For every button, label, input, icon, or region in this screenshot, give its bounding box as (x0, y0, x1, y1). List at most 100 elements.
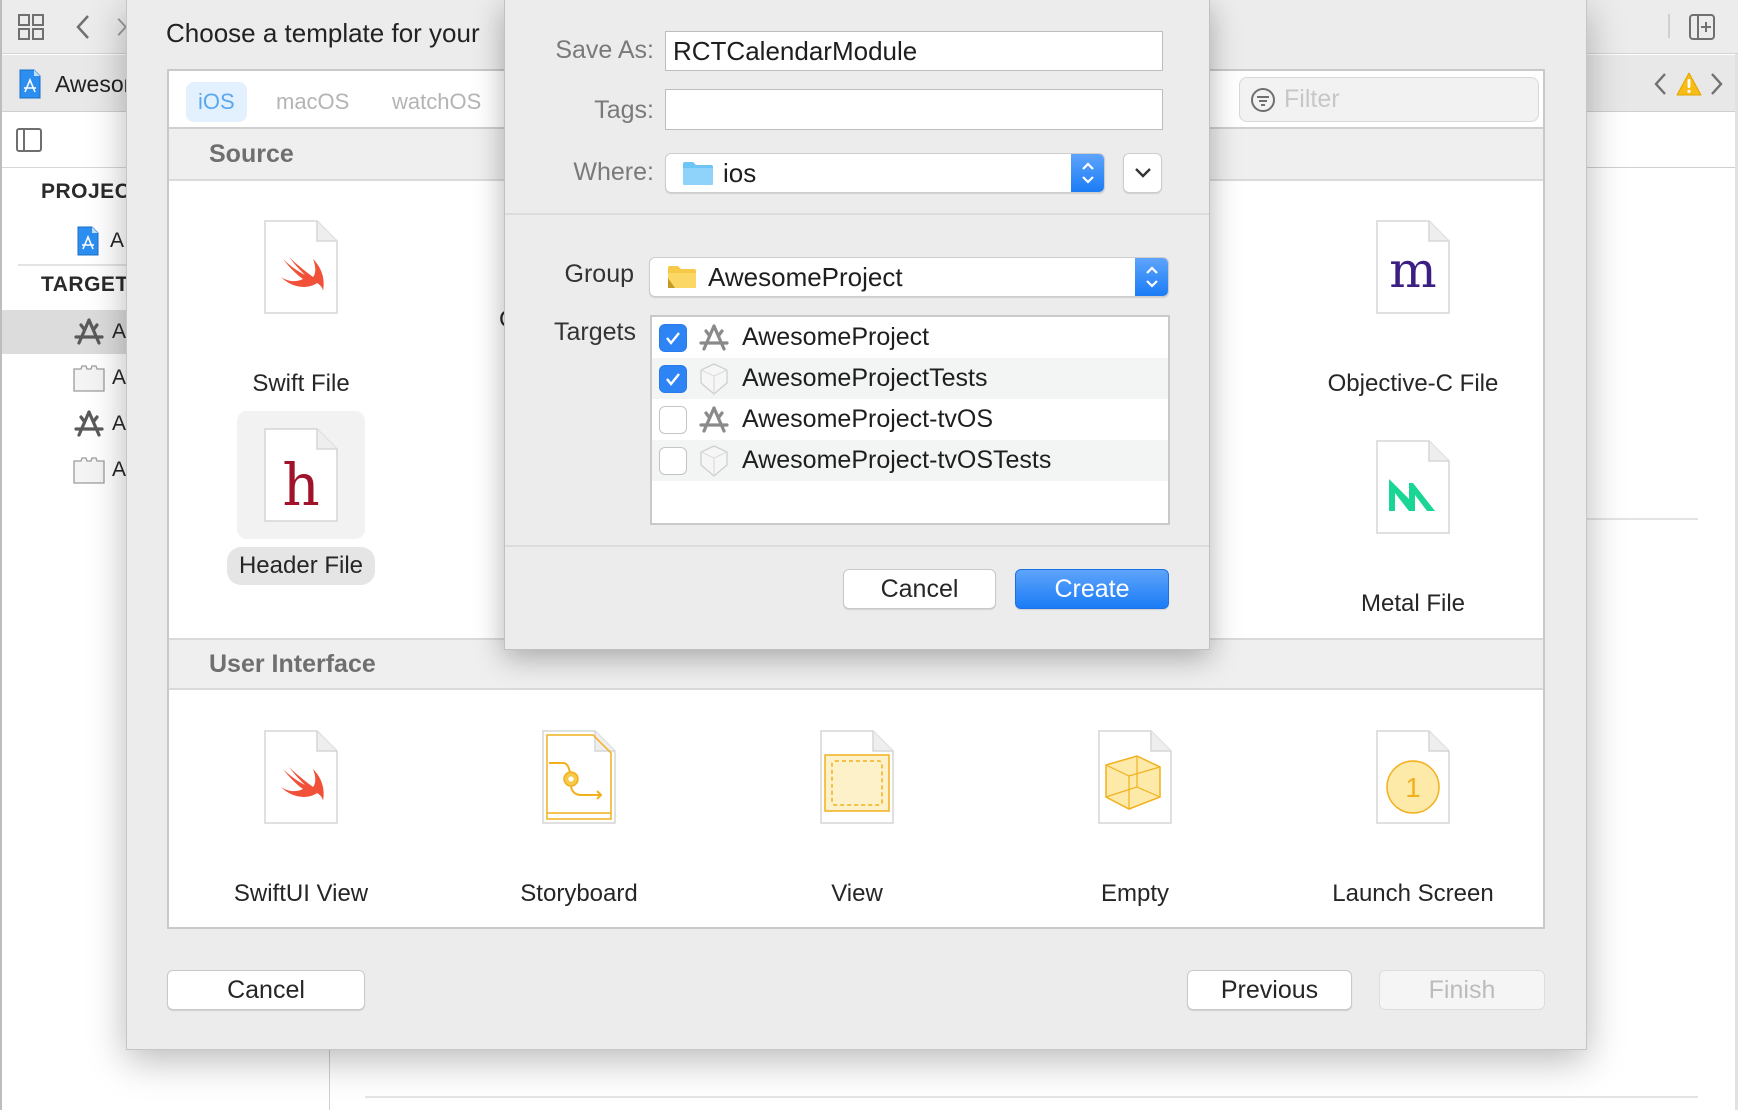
project-file-icon (19, 69, 41, 99)
template-item[interactable]: m Objective-C File (1313, 203, 1513, 403)
toolbar-separator (1668, 14, 1670, 38)
where-stepper (1071, 154, 1104, 192)
target-name: AwesomeProjectTests (742, 364, 988, 392)
swiftui-view-icon (264, 730, 338, 824)
target-checkbox-checked[interactable] (659, 364, 687, 393)
folder-icon (683, 162, 713, 185)
editor-header-bar (1586, 112, 1738, 168)
back-button[interactable] (70, 10, 96, 44)
finish-button[interactable]: Finish (1379, 970, 1545, 1010)
navigator-project-label: A (110, 229, 125, 252)
template-item[interactable]: Metal File (1313, 423, 1513, 623)
up-down-chevron-icon (1145, 266, 1158, 288)
window-edge (0, 0, 2, 1110)
objc-file-icon: m (1376, 220, 1450, 314)
test-bundle-icon (73, 365, 105, 392)
where-label: Where: (573, 158, 654, 186)
app-target-icon (699, 405, 729, 433)
header-file-icon: h (264, 428, 338, 522)
template-item[interactable]: Storyboard (479, 713, 679, 913)
filter-field[interactable]: Filter (1239, 77, 1539, 122)
empty-icon (1098, 730, 1172, 824)
svg-text:1: 1 (1405, 772, 1421, 803)
template-item[interactable]: View (757, 713, 957, 913)
target-checkbox-unchecked[interactable] (659, 446, 687, 475)
navigator-target-label: A (112, 458, 127, 481)
previous-issue-button[interactable] (1650, 69, 1670, 99)
tab-macos[interactable]: macOS (264, 82, 361, 122)
storyboard-icon (542, 730, 616, 824)
template-label: Storyboard (520, 880, 638, 907)
editor-tab[interactable]: Awesor (18, 67, 131, 101)
tags-field[interactable] (665, 89, 1163, 130)
add-editor-button[interactable] (1685, 10, 1719, 44)
next-issue-button[interactable] (1707, 69, 1727, 99)
metal-file-icon (1376, 440, 1450, 534)
previous-button[interactable]: Previous (1187, 970, 1352, 1010)
target-row[interactable]: AwesomeProject-tvOS (652, 399, 1168, 440)
editor-split-plus-icon (1689, 14, 1715, 40)
template-label: View (831, 880, 883, 907)
target-row[interactable]: AwesomeProjectTests (652, 358, 1168, 399)
save-cancel-button[interactable]: Cancel (843, 569, 996, 609)
template-cancel-button[interactable]: Cancel (167, 970, 365, 1010)
template-label: Launch Screen (1332, 880, 1494, 907)
launch-screen-icon: 1 (1376, 730, 1450, 824)
template-item[interactable]: 1 Launch Screen (1313, 713, 1513, 913)
tab-ios[interactable]: iOS (186, 82, 247, 122)
group-popup[interactable]: AwesomeProject (649, 257, 1169, 297)
template-label: SwiftUI View (233, 880, 369, 907)
group-stepper (1135, 258, 1168, 296)
targets-list: AwesomeProject AwesomeProjectTests Aweso… (650, 315, 1170, 525)
create-button[interactable]: Create (1015, 569, 1169, 609)
grid-icon (18, 14, 44, 40)
template-label: Objective-C File (1327, 370, 1499, 397)
app-target-icon (74, 318, 104, 345)
chevron-down-icon (1134, 168, 1151, 178)
editor-tab-title: Awesor (55, 70, 132, 97)
up-down-chevron-icon (1081, 162, 1094, 184)
view-icon (820, 730, 894, 824)
tab-watchos[interactable]: watchOS (380, 82, 493, 122)
sidebar-icon (16, 128, 42, 152)
navigator-target-label: A (112, 412, 127, 435)
save-sheet-divider (505, 545, 1209, 547)
chevron-left-icon (76, 15, 89, 39)
target-row[interactable]: AwesomeProject (652, 317, 1168, 358)
navigator-project-item[interactable]: A (76, 222, 124, 260)
sheet-title: Choose a template for your (166, 18, 480, 48)
project-file-icon (77, 226, 99, 256)
toggle-sidebar-button[interactable] (14, 124, 44, 156)
target-checkbox-unchecked[interactable] (659, 405, 687, 434)
app-target-icon (74, 410, 104, 437)
where-popup[interactable]: ios (665, 153, 1105, 193)
checkmark-icon (666, 331, 680, 345)
target-row[interactable]: AwesomeProject-tvOSTests (652, 440, 1168, 481)
target-checkbox-checked[interactable] (659, 323, 687, 352)
warning-issue-button[interactable] (1676, 69, 1702, 99)
editor-divider (365, 1096, 1698, 1098)
expand-browser-button[interactable] (1123, 153, 1162, 193)
template-item[interactable]: Swift File (201, 203, 401, 403)
target-name: AwesomeProject-tvOSTests (742, 446, 1052, 474)
template-item-selected[interactable]: h Header File (201, 411, 401, 611)
test-bundle-icon (700, 362, 728, 395)
chevron-right-icon (1711, 73, 1723, 95)
group-value: AwesomeProject (708, 261, 903, 292)
library-grid-button[interactable] (14, 10, 48, 44)
template-label: Metal File (1360, 590, 1466, 617)
save-as-field[interactable]: RCTCalendarModule (665, 31, 1163, 71)
navigator-target-label: A (112, 366, 127, 389)
editor-divider (1586, 518, 1698, 520)
template-label: Swift File (252, 370, 350, 397)
filter-placeholder: Filter (1284, 85, 1340, 113)
navigator-target-label: A (112, 320, 127, 343)
template-item[interactable]: Empty (1035, 713, 1235, 913)
filter-icon (1251, 87, 1275, 112)
svg-text:h: h (282, 451, 319, 519)
template-label: Empty (1100, 880, 1169, 907)
targets-section-header: TARGET (41, 273, 129, 296)
app-target-icon (699, 323, 729, 351)
template-item[interactable]: SwiftUI View (201, 713, 401, 913)
save-sheet-divider (505, 213, 1209, 215)
